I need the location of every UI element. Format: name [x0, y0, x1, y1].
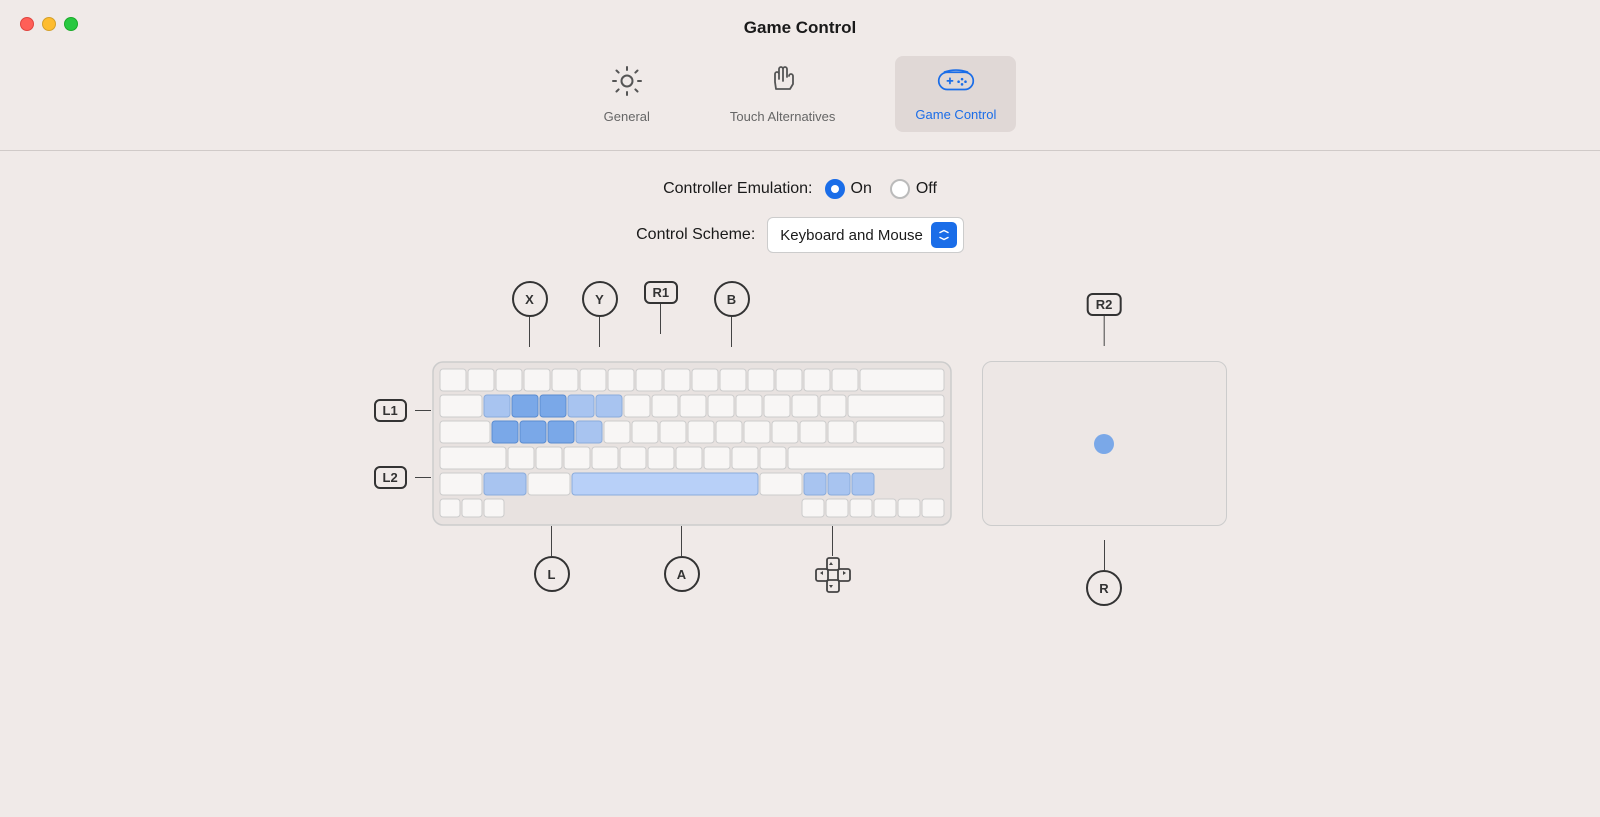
radio-off-label: Off: [916, 180, 937, 198]
control-scheme-row: Control Scheme: Keyboard and Mouse: [636, 217, 964, 253]
l1-button-label: L1: [374, 399, 407, 422]
minimize-button[interactable]: [42, 17, 56, 31]
l-stick-label: L: [534, 556, 570, 592]
radio-on-circle[interactable]: [825, 179, 845, 199]
gear-icon: [610, 64, 644, 103]
radio-on[interactable]: On: [825, 179, 872, 199]
title-bar: Game Control: [0, 0, 1600, 48]
dpad-icon: [814, 556, 852, 594]
trackpad-diagram: [982, 361, 1227, 526]
control-scheme-dropdown[interactable]: Keyboard and Mouse: [767, 217, 964, 253]
toolbar: General Touch Alternatives Game Control: [568, 48, 1033, 140]
tab-general[interactable]: General: [584, 56, 670, 132]
tab-game-control[interactable]: Game Control: [895, 56, 1016, 132]
l2-button-label: L2: [374, 466, 407, 489]
tab-game-control-label: Game Control: [915, 107, 996, 122]
emulation-radio-group: On Off: [825, 179, 937, 199]
r2-button-label: R2: [1087, 293, 1122, 316]
close-button[interactable]: [20, 17, 34, 31]
controller-emulation-row: Controller Emulation: On Off: [663, 179, 937, 199]
maximize-button[interactable]: [64, 17, 78, 31]
radio-off[interactable]: Off: [890, 179, 937, 199]
b-button-label: B: [714, 281, 750, 317]
radio-off-circle[interactable]: [890, 179, 910, 199]
hand-icon: [766, 64, 800, 103]
dropdown-value: Keyboard and Mouse: [780, 227, 923, 244]
r-stick-label: R: [1086, 570, 1122, 606]
window-controls: [20, 17, 78, 31]
control-scheme-label: Control Scheme:: [636, 226, 755, 244]
a-button-label: A: [664, 556, 700, 592]
keyboard-diagram: [432, 361, 952, 526]
y-button-label: Y: [582, 281, 618, 317]
radio-on-label: On: [851, 180, 872, 198]
tab-general-label: General: [604, 109, 650, 124]
r1-button-label: R1: [644, 281, 679, 304]
window-title: Game Control: [744, 18, 856, 38]
dropdown-arrow-icon: [931, 222, 957, 248]
content-area: Controller Emulation: On Off Control Sch…: [0, 179, 1600, 616]
tab-touch-alternatives-label: Touch Alternatives: [730, 109, 836, 124]
toolbar-divider: [0, 150, 1600, 151]
gamepad-icon: [937, 64, 975, 101]
tab-touch-alternatives[interactable]: Touch Alternatives: [710, 56, 856, 132]
x-button-label: X: [512, 281, 548, 317]
controller-emulation-label: Controller Emulation:: [663, 180, 812, 198]
